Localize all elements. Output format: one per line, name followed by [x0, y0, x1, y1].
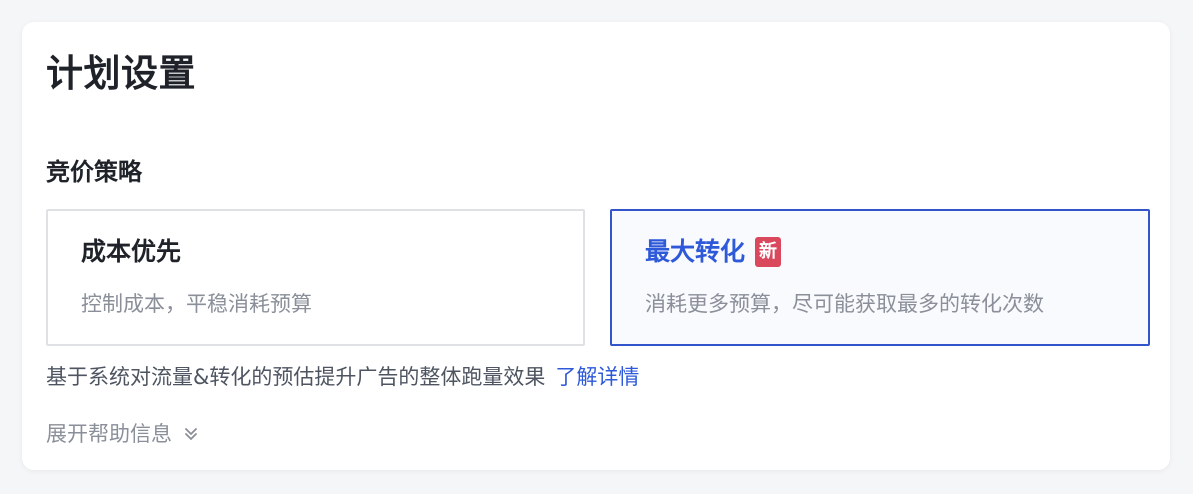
explanation-text: 基于系统对流量&转化的预估提升广告的整体跑量效果 — [46, 365, 546, 389]
learn-more-link[interactable]: 了解详情 — [555, 365, 639, 389]
double-chevron-down-icon — [184, 427, 198, 441]
option-cost-priority-description: 控制成本，平稳消耗预算 — [81, 292, 312, 316]
new-badge: 新 — [755, 237, 782, 267]
option-title-text: 最大转化 — [645, 237, 746, 266]
page-title: 计划设置 — [46, 52, 196, 95]
help-toggle-label: 展开帮助信息 — [46, 422, 172, 446]
strategy-explanation: 基于系统对流量&转化的预估提升广告的整体跑量效果 了解详情 — [46, 362, 639, 392]
option-cost-priority[interactable]: 成本优先 控制成本，平稳消耗预算 — [46, 209, 585, 346]
bidding-strategy-title: 竞价策略 — [46, 158, 142, 186]
option-title-text: 成本优先 — [81, 237, 182, 266]
option-max-conversion-title: 最大转化 新 — [645, 235, 782, 269]
option-cost-priority-title: 成本优先 — [81, 235, 181, 269]
option-max-conversion-description: 消耗更多预算，尽可能获取最多的转化次数 — [645, 292, 1044, 316]
expand-help-toggle[interactable]: 展开帮助信息 — [46, 419, 198, 449]
plan-settings-card: 计划设置 竞价策略 成本优先 控制成本，平稳消耗预算 最大转化 新 消耗更多预算… — [22, 22, 1170, 470]
option-max-conversion[interactable]: 最大转化 新 消耗更多预算，尽可能获取最多的转化次数 — [610, 209, 1150, 346]
